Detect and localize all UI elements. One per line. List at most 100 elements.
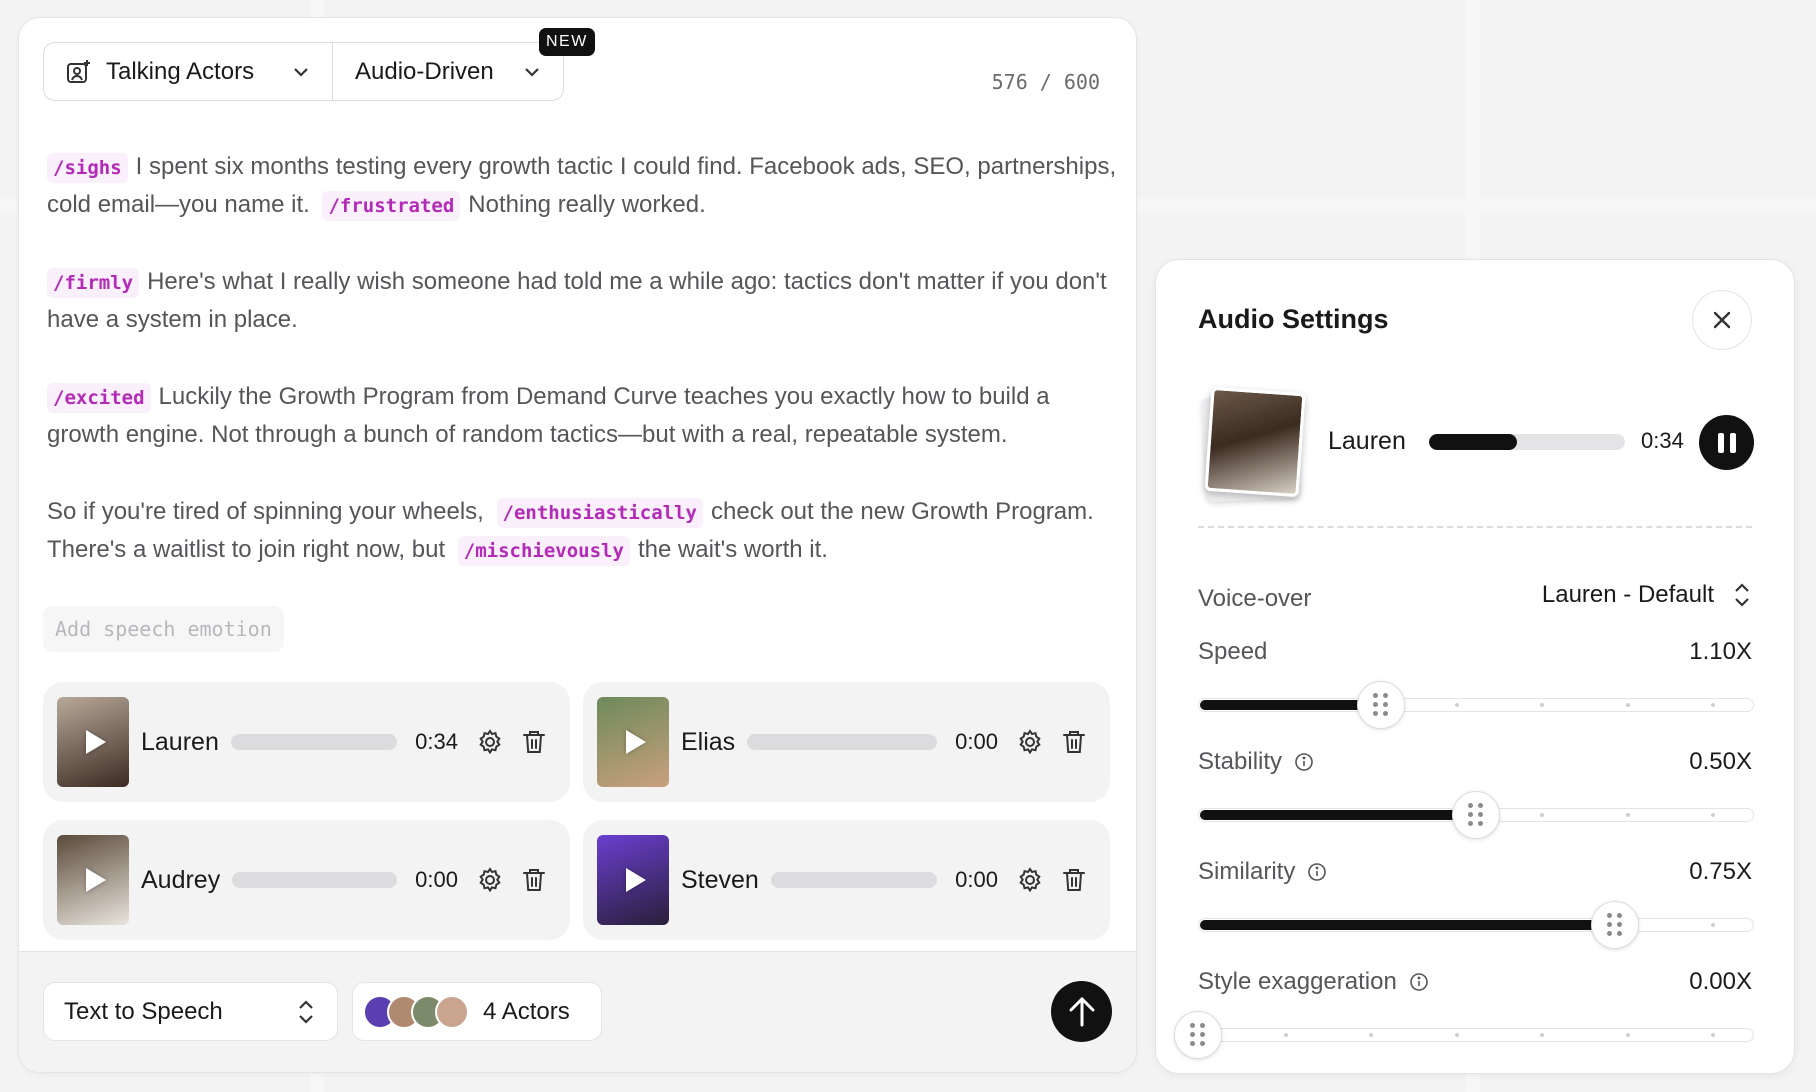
gear-icon[interactable]	[1016, 866, 1044, 894]
arrow-up-icon	[1069, 996, 1094, 1026]
play-icon	[626, 730, 646, 754]
slider-value: 1.10X	[1689, 638, 1752, 665]
preview-progress-fill	[1429, 434, 1518, 450]
script-text: So if you're tired of spinning your whee…	[47, 498, 484, 525]
info-icon[interactable]	[1409, 972, 1429, 992]
slider-handle[interactable]	[1452, 791, 1500, 839]
pause-button[interactable]	[1699, 415, 1754, 470]
actor-name: Elias	[681, 727, 736, 756]
voice-preview: Lauren 0:34	[1198, 382, 1754, 503]
actor-name: Audrey	[141, 865, 221, 894]
slider[interactable]	[1198, 791, 1754, 839]
play-icon	[86, 730, 106, 754]
actor-card: Audrey 0:00	[43, 820, 570, 940]
actor-card: Steven 0:00	[583, 820, 1110, 940]
submit-button[interactable]	[1051, 981, 1112, 1042]
info-icon[interactable]	[1307, 862, 1327, 882]
actor-sparkle-icon	[67, 59, 90, 83]
audio-settings-panel: Audio Settings Lauren 0:34 Voice-over La…	[1155, 259, 1795, 1074]
trash-icon[interactable]	[1060, 866, 1088, 894]
slider-handle[interactable]	[1174, 1011, 1222, 1059]
slider-tick	[1625, 1033, 1630, 1037]
slider-label: Stability	[1198, 748, 1314, 776]
slider-tick	[1283, 1033, 1288, 1037]
script-text: the wait's worth it.	[637, 536, 828, 563]
slider-fill	[1200, 700, 1382, 710]
script-text: Here's what I really wish someone had to…	[47, 268, 1107, 333]
slider-handle[interactable]	[1357, 681, 1406, 729]
actor-audio-progress[interactable]	[747, 734, 938, 750]
slider-label-text: Style exaggeration	[1198, 968, 1397, 995]
panel-title: Audio Settings	[1198, 304, 1389, 334]
actor-video-thumbnail[interactable]	[57, 697, 129, 787]
actor-thumbnail	[1204, 386, 1306, 498]
actor-video-thumbnail[interactable]	[597, 835, 669, 925]
slider-label: Style exaggeration	[1198, 968, 1429, 996]
preview-progress[interactable]	[1429, 434, 1625, 450]
slider-label: Similarity	[1198, 858, 1327, 886]
talking-actors-dropdown[interactable]: Talking Actors	[44, 43, 333, 100]
script-composer: Talking Actors Audio-Driven NEW 576 / 60…	[18, 17, 1137, 1073]
actor-avatars	[363, 994, 469, 1029]
actor-audio-progress[interactable]	[230, 734, 398, 750]
slider-fill	[1200, 810, 1476, 820]
close-button[interactable]	[1692, 290, 1752, 350]
new-badge: NEW	[539, 28, 595, 56]
preview-time: 0:34	[1641, 428, 1684, 453]
slider-track	[1198, 1028, 1754, 1042]
actor-video-thumbnail[interactable]	[597, 697, 669, 787]
actor-audio-progress[interactable]	[770, 872, 938, 888]
script-text: Luckily the Growth Program from Demand C…	[47, 383, 1050, 448]
pause-icon	[1717, 432, 1724, 453]
slider[interactable]	[1198, 901, 1754, 949]
tts-label: Text to Speech	[64, 997, 223, 1025]
emotion-tag[interactable]: /frustrated	[322, 191, 461, 221]
trash-icon[interactable]	[520, 866, 548, 894]
slider-tick	[1454, 703, 1459, 707]
trash-icon[interactable]	[1060, 728, 1088, 756]
emotion-tag[interactable]: /mischievously	[457, 536, 630, 566]
text-to-speech-select[interactable]: Text to Speech	[43, 982, 338, 1041]
script-editor[interactable]: /sighs I spent six months testing every g…	[47, 148, 1127, 608]
gear-icon[interactable]	[476, 728, 504, 756]
actors-count-label: 4 Actors	[483, 997, 570, 1025]
slider-tick	[1625, 813, 1630, 817]
slider-label-text: Similarity	[1198, 858, 1296, 885]
add-speech-emotion-input[interactable]: Add speech emotion	[43, 606, 284, 652]
emotion-tag[interactable]: /sighs	[47, 153, 128, 183]
character-count: 576 / 600	[991, 70, 1100, 94]
script-paragraph: /excited Luckily the Growth Program from …	[47, 378, 1127, 454]
actor-card: Lauren 0:34	[43, 682, 570, 802]
slider-handle[interactable]	[1591, 901, 1639, 949]
close-icon	[1713, 311, 1731, 329]
actor-audio-progress[interactable]	[232, 872, 398, 888]
audio-driven-dropdown[interactable]: Audio-Driven	[333, 43, 563, 100]
script-text: Nothing really worked.	[468, 191, 706, 218]
voiceover-select[interactable]: Lauren - Default	[1542, 580, 1752, 610]
script-paragraph: So if you're tired of spinning your whee…	[47, 493, 1127, 569]
gear-icon[interactable]	[1016, 728, 1044, 756]
voiceover-label: Voice-over	[1198, 585, 1312, 612]
gear-icon[interactable]	[476, 866, 504, 894]
chevron-down-icon	[525, 67, 539, 77]
actors-selector[interactable]: 4 Actors	[352, 982, 602, 1041]
composer-footer: Text to Speech 4 Actors	[19, 951, 1136, 1072]
slider-tick	[1454, 1033, 1459, 1037]
info-icon[interactable]	[1294, 752, 1314, 772]
slider[interactable]	[1198, 681, 1754, 729]
chevron-updown-icon	[1735, 583, 1749, 607]
slider-value: 0.50X	[1689, 748, 1752, 775]
slider-tick	[1625, 703, 1630, 707]
actor-video-thumbnail[interactable]	[57, 835, 129, 925]
emotion-tag[interactable]: /firmly	[47, 268, 140, 298]
actor-card: Elias 0:00	[583, 682, 1110, 802]
emotion-tag[interactable]: /enthusiastically	[496, 498, 703, 528]
slider[interactable]	[1174, 1011, 1754, 1059]
slider-label: Speed	[1198, 638, 1267, 666]
actor-duration: 0:00	[955, 729, 998, 754]
trash-icon[interactable]	[520, 728, 548, 756]
emotion-tag[interactable]: /excited	[47, 383, 151, 413]
chevron-down-icon	[294, 67, 308, 77]
avatar	[435, 994, 469, 1029]
pause-icon	[1729, 432, 1736, 453]
